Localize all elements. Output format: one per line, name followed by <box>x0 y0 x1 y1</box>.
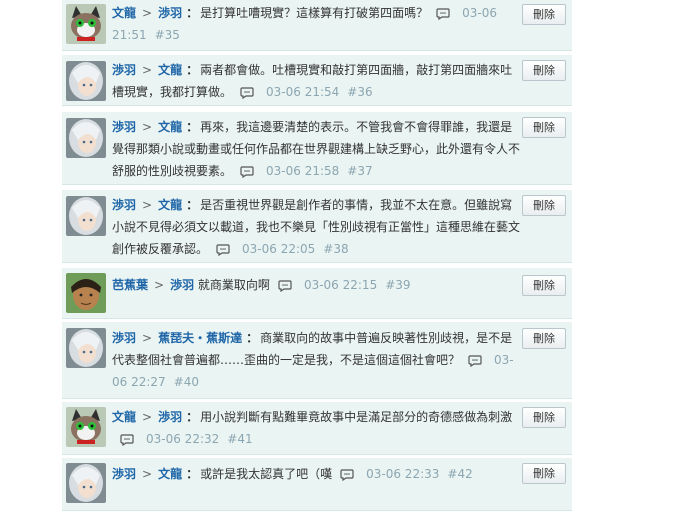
delete-button[interactable]: 刪除 <box>522 117 566 138</box>
comment-body: 文龍 > 渉羽：用小說判斷有點難畢竟故事中是滿足部分的奇德感做為刺激 03-06 22… <box>112 410 513 446</box>
comment-body: 文龍 > 渉羽：是打算吐嘈現實？這樣算有打破第四面嗎？ 03-06 21:51 #35 <box>112 6 497 42</box>
comment-body: 渉羽 > 文龍：或許是我太認真了吧（嘆 03-06 22:33 #42 <box>112 467 473 481</box>
comment-body: 渉羽 > 文龍：是否重視世界觀是創作者的事情，我並不太在意。但雖說寫小說不見得必須文… <box>112 198 521 256</box>
avatar[interactable] <box>66 463 106 503</box>
reply-icon[interactable] <box>216 243 230 256</box>
delete-button[interactable]: 刪除 <box>522 328 566 349</box>
comment-item: 渉羽 > 文龍：或許是我太認真了吧（嘆 03-06 22:33 #42 刪除 <box>62 458 572 511</box>
avatar[interactable] <box>66 4 106 44</box>
comment-author[interactable]: 文龍 <box>112 6 136 20</box>
comment-number[interactable]: #37 <box>347 164 372 178</box>
avatar[interactable] <box>66 273 106 313</box>
avatar[interactable] <box>66 407 106 447</box>
avatar[interactable] <box>66 61 106 101</box>
reply-arrow: > <box>142 120 153 134</box>
comment-author[interactable]: 文龍 <box>112 410 136 424</box>
comment-number[interactable]: #42 <box>447 467 472 481</box>
comment-number[interactable]: #36 <box>347 85 372 99</box>
reply-icon[interactable] <box>278 279 292 292</box>
silver-hair-avatar-icon <box>66 463 106 503</box>
reply-arrow: > <box>142 63 153 77</box>
silver-hair-avatar-icon <box>66 118 106 158</box>
silver-hair-avatar-icon <box>66 328 106 368</box>
tan-warrior-avatar-icon <box>66 273 106 313</box>
reply-icon[interactable] <box>240 86 254 99</box>
reply-icon[interactable] <box>340 468 354 481</box>
comment-body: 渉羽 > 文龍：兩者都會做。吐槽現實和敲打第四面牆，敲打第四面牆來吐槽現實，我都打算… <box>112 63 513 99</box>
comment-item: 芭蕉葉 > 渉羽 就商業取向啊 03-06 22:15 #39 刪除 <box>62 268 572 319</box>
comment-body: 芭蕉葉 > 渉羽 就商業取向啊 03-06 22:15 #39 <box>112 274 520 296</box>
delete-button[interactable]: 刪除 <box>522 463 566 484</box>
delete-button[interactable]: 刪除 <box>522 60 566 81</box>
comment-author[interactable]: 渉羽 <box>112 467 136 481</box>
comment-time: 03-06 21:54 <box>266 85 340 99</box>
comment-number[interactable]: #41 <box>227 432 252 446</box>
avatar[interactable] <box>66 196 106 236</box>
reply-arrow: > <box>154 278 165 292</box>
comment-author[interactable]: 渉羽 <box>112 63 136 77</box>
comment-body: 渉羽 > 文龍：再來，我這邊要清楚的表示。不管我會不會得罪誰，我還是覺得那類小說或動… <box>112 120 521 178</box>
comment-author[interactable]: 芭蕉葉 <box>112 278 148 292</box>
cat-avatar-icon <box>66 407 106 447</box>
avatar[interactable] <box>66 328 106 368</box>
reply-target[interactable]: 渉羽 <box>170 278 194 292</box>
comment-time: 03-06 21:58 <box>266 164 340 178</box>
cat-avatar-icon <box>66 4 106 44</box>
reply-arrow: > <box>142 331 153 345</box>
silver-hair-avatar-icon <box>66 196 106 236</box>
comment-number[interactable]: #39 <box>385 278 410 292</box>
comment-text: 是打算吐嘈現實？這樣算有打破第四面嗎？ <box>200 6 429 20</box>
comment-item: 文龍 > 渉羽：是打算吐嘈現實？這樣算有打破第四面嗎？ 03-06 21:51 #35 … <box>62 0 572 51</box>
comment-number[interactable]: #35 <box>155 28 180 42</box>
comment-item: 渉羽 > 文龍：兩者都會做。吐槽現實和敲打第四面牆，敲打第四面牆來吐槽現實，我都打算… <box>62 55 572 106</box>
delete-button[interactable]: 刪除 <box>522 195 566 216</box>
reply-target[interactable]: 渉羽 <box>158 6 182 20</box>
comment-text: 用小說判斷有點難畢竟故事中是滿足部分的奇德感做為刺激 <box>200 410 513 424</box>
reply-icon[interactable] <box>468 354 482 367</box>
comment-author[interactable]: 渉羽 <box>112 198 136 212</box>
delete-button[interactable]: 刪除 <box>522 407 566 428</box>
silver-hair-avatar-icon <box>66 61 106 101</box>
delete-button[interactable]: 刪除 <box>522 275 566 296</box>
reply-target[interactable]: 文龍 <box>158 120 182 134</box>
comment-item: 文龍 > 渉羽：用小說判斷有點難畢竟故事中是滿足部分的奇德感做為刺激 03-06 22… <box>62 402 572 455</box>
reply-target[interactable]: 文龍 <box>158 467 182 481</box>
reply-arrow: > <box>142 6 153 20</box>
comment-time: 03-06 22:05 <box>242 242 316 256</box>
comment-time: 03-06 22:33 <box>366 467 440 481</box>
comment-body: 渉羽 > 蕉琵夫・蕉斯達：商業取向的故事中普遍反映著性別歧視，是不是代表整個社會普遍… <box>112 331 514 389</box>
reply-arrow: > <box>142 198 153 212</box>
reply-target[interactable]: 文龍 <box>158 198 182 212</box>
reply-target[interactable]: 文龍 <box>158 63 182 77</box>
comment-item: 渉羽 > 文龍：是否重視世界觀是創作者的事情，我並不太在意。但雖說寫小說不見得必須文… <box>62 190 572 263</box>
comment-text: 或許是我太認真了吧（嘆 <box>200 467 333 481</box>
reply-icon[interactable] <box>120 433 134 446</box>
comment-number[interactable]: #38 <box>323 242 348 256</box>
comment-text: 就商業取向啊 <box>197 278 270 292</box>
comment-item: 渉羽 > 文龍：再來，我這邊要清楚的表示。不管我會不會得罪誰，我還是覺得那類小說或動… <box>62 112 572 185</box>
reply-icon[interactable] <box>240 165 254 178</box>
comment-time: 03-06 22:32 <box>146 432 220 446</box>
comment-number[interactable]: #40 <box>174 375 199 389</box>
reply-icon[interactable] <box>436 7 450 20</box>
reply-arrow: > <box>142 410 153 424</box>
comment-author[interactable]: 渉羽 <box>112 331 136 345</box>
comment-author[interactable]: 渉羽 <box>112 120 136 134</box>
avatar[interactable] <box>66 118 106 158</box>
comment-time: 03-06 22:15 <box>303 278 378 292</box>
comment-item: 渉羽 > 蕉琵夫・蕉斯達：商業取向的故事中普遍反映著性別歧視，是不是代表整個社會普遍… <box>62 322 572 399</box>
delete-button[interactable]: 刪除 <box>522 4 566 25</box>
reply-arrow: > <box>142 467 153 481</box>
reply-target[interactable]: 蕉琵夫・蕉斯達 <box>158 331 242 345</box>
reply-target[interactable]: 渉羽 <box>158 410 182 424</box>
